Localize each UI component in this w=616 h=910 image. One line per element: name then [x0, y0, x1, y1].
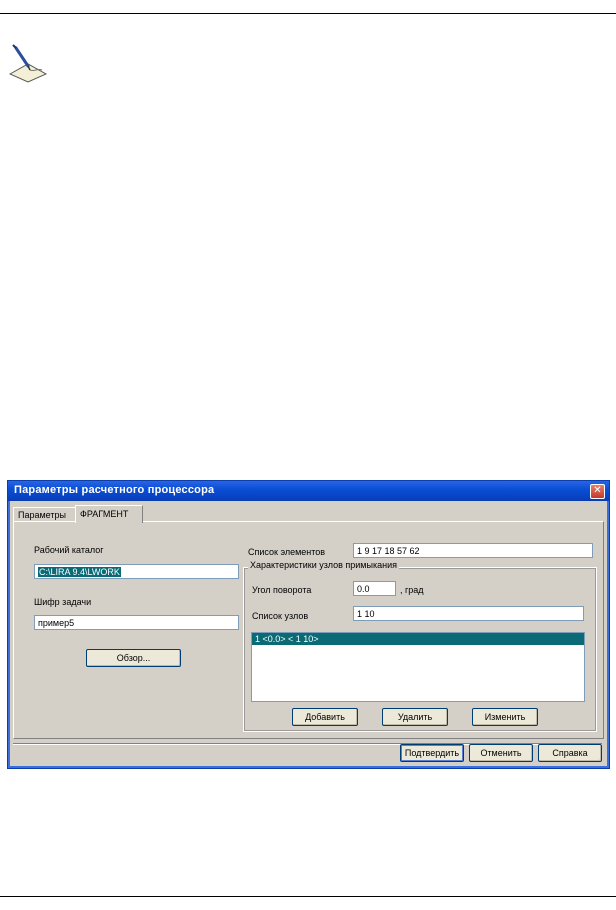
delete-button[interactable]: Удалить [382, 708, 448, 726]
browse-button[interactable]: Обзор... [86, 649, 181, 667]
work-dir-field[interactable]: C:\LIRA 9.4\LWORK [34, 564, 239, 579]
add-button[interactable]: Добавить [292, 708, 358, 726]
rotation-unit: , град [400, 585, 424, 595]
top-page-rule [0, 13, 616, 14]
nodes-label: Список узлов [252, 611, 309, 621]
pen-note-icon [8, 44, 48, 83]
list-item[interactable]: 1 <0.0> < 1 10> [252, 633, 584, 645]
elements-field[interactable]: 1 9 17 18 57 62 [353, 543, 593, 558]
title-bar[interactable]: Параметры расчетного процессора ✕ [8, 481, 609, 501]
bottom-page-rule [0, 896, 616, 897]
edit-button[interactable]: Изменить [472, 708, 538, 726]
task-code-label: Шифр задачи [34, 597, 92, 607]
nodes-list[interactable]: 1 <0.0> < 1 10> [251, 632, 585, 702]
dialog-title: Параметры расчетного процессора [14, 484, 215, 496]
tab-fragment[interactable]: ФРАГМЕНТ [75, 505, 143, 523]
processor-parameters-dialog: Параметры расчетного процессора ✕ Параме… [7, 480, 610, 769]
tab-parameters[interactable]: Параметры [13, 507, 78, 522]
work-dir-value: C:\LIRA 9.4\LWORK [38, 567, 121, 577]
close-icon[interactable]: ✕ [590, 484, 605, 499]
rotation-label: Угол поворота [252, 585, 312, 595]
work-dir-label: Рабочий каталог [34, 545, 104, 555]
rotation-field[interactable]: 0.0 [353, 581, 396, 596]
confirm-button[interactable]: Подтвердить [400, 744, 464, 762]
adjacent-nodes-group-title: Характеристики узлов примыкания [248, 560, 399, 570]
nodes-field[interactable]: 1 10 [353, 606, 584, 621]
fragment-tab-panel: Рабочий каталог C:\LIRA 9.4\LWORK Шифр з… [13, 521, 604, 739]
task-code-field[interactable]: пример5 [34, 615, 239, 630]
elements-label: Список элементов [248, 547, 326, 557]
cancel-button[interactable]: Отменить [469, 744, 533, 762]
help-button[interactable]: Справка [538, 744, 602, 762]
